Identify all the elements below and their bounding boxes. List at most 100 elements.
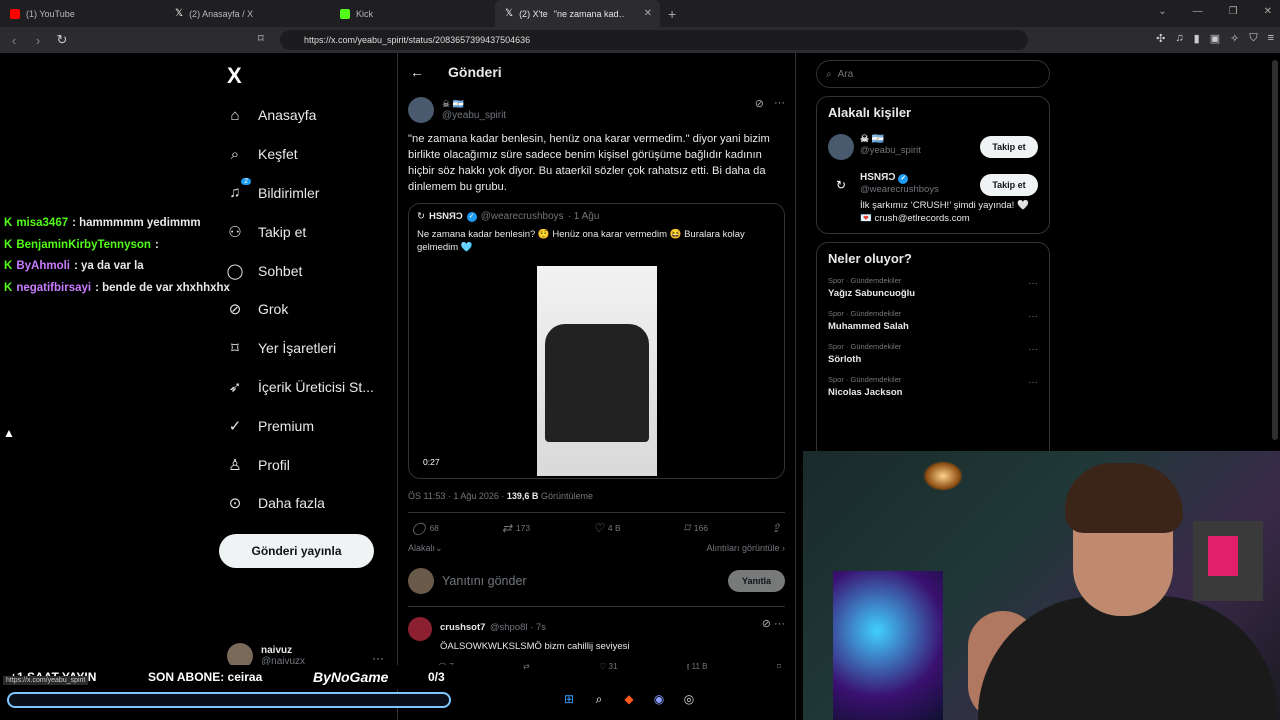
quoted-tweet[interactable]: ↻ HSNЯƆ ✓ @wearecrushboys · 1 Ağu Ne zam…	[408, 203, 785, 479]
trend-item[interactable]: Spor · Gündemdekiler Yağız Sabuncuoğlu ···	[828, 276, 1038, 299]
relevant-dropdown[interactable]: Alakalı⌄	[408, 543, 443, 554]
views-button[interactable]: ⫾ 11 B	[687, 662, 708, 672]
url-input[interactable]: https://x.com/yeabu_spirit/status/208365…	[280, 30, 1028, 50]
band-logo-icon[interactable]: ↻	[828, 172, 854, 198]
grok-icon[interactable]: ⊘	[755, 97, 764, 110]
person-row[interactable]: ☠ 🇦🇷 @yeabu_spirit Takip et	[828, 134, 1038, 160]
puzzle-icon[interactable]: ✣	[1156, 32, 1165, 45]
like-button[interactable]: ♡ 4 B	[593, 521, 621, 535]
tab-youtube[interactable]: (1) YouTube	[0, 0, 165, 27]
nav-follow[interactable]: ⚇ Takip et	[226, 212, 374, 251]
sidebar-icon[interactable]: ▮	[1194, 32, 1200, 45]
follow-button[interactable]: Takip et	[980, 174, 1038, 196]
discord-icon[interactable]: ◉	[650, 690, 668, 708]
more-options-icon[interactable]: ···	[774, 618, 785, 630]
streamer-hair	[1065, 463, 1183, 533]
reload-button[interactable]: ↻	[52, 32, 72, 48]
nav-bookmarks[interactable]: ⌑ Yer İşaretleri	[226, 329, 374, 368]
more-icon: ⊙	[228, 495, 242, 513]
display-name[interactable]: ☠ 🇦🇷	[442, 99, 506, 110]
menu-icon[interactable]: ≡	[1268, 32, 1274, 45]
repost-button[interactable]: ⇄ 173	[502, 521, 530, 535]
more-options-icon[interactable]: ···	[1028, 311, 1038, 322]
reply-input[interactable]: Yanıtını gönder	[442, 574, 527, 588]
nav-more[interactable]: ⊙ Daha fazla	[226, 484, 374, 523]
nav-grok[interactable]: ⊘ Grok	[226, 290, 374, 329]
nav-chat[interactable]: ◯ Sohbet	[226, 251, 374, 290]
trend-item[interactable]: Spor · Gündemdekiler Muhammed Salah ···	[828, 309, 1038, 332]
reply-button[interactable]: ◯ 68	[412, 521, 439, 535]
obs-icon[interactable]: ◎	[680, 690, 698, 708]
youtube-icon	[10, 8, 20, 19]
grok-icon[interactable]: ⊘	[762, 618, 771, 630]
more-options-icon[interactable]: ···	[1028, 278, 1038, 289]
nav-home[interactable]: ⌂ Anasayfa	[226, 96, 374, 135]
more-options-icon[interactable]: ···	[1028, 344, 1038, 355]
reply-tweet[interactable]: crushsot7 @shpo8l · 7s ÖALSOWKWLKSLSMÖ b…	[408, 617, 785, 652]
new-tab-button[interactable]: +	[660, 6, 684, 22]
author-handle[interactable]: @yeabu_spirit	[442, 110, 506, 121]
avatar[interactable]	[408, 97, 434, 123]
music-icon[interactable]: ♫	[1175, 32, 1183, 45]
poster	[833, 571, 943, 720]
post-button[interactable]: Gönderi yayınla	[219, 534, 374, 568]
bookmark-button[interactable]: ⌑ 166	[684, 521, 708, 535]
nav-notifications[interactable]: ♫ 2 Bildirimler	[226, 174, 374, 213]
bookmark-page-icon[interactable]: ⌑	[258, 32, 264, 45]
maximize-icon[interactable]: ❐	[1229, 6, 1238, 17]
reply-submit-button[interactable]: Yanıtla	[728, 570, 785, 592]
search-icon[interactable]: ⌕	[590, 690, 608, 708]
chevron-down-icon: ⌄	[435, 543, 443, 553]
back-arrow-icon[interactable]: ←	[410, 64, 424, 80]
follow-button[interactable]: Takip et	[980, 136, 1038, 158]
avatar[interactable]	[828, 134, 854, 160]
nav-explore[interactable]: ⌕ Keşfet	[226, 135, 374, 174]
kick-icon	[340, 8, 350, 19]
back-button[interactable]: ‹	[4, 33, 24, 48]
x-sidebar: X ⌂ Anasayfa ⌕ Keşfet ♫ 2 Bildirimler ⚇ Takip…	[212, 53, 397, 720]
quoted-video-thumbnail[interactable]	[537, 266, 657, 476]
view-quotes-link[interactable]: Alıntıları görüntüle ›	[706, 543, 785, 554]
chat-icon: ◯	[226, 262, 244, 280]
close-tab-icon[interactable]: ✕	[644, 8, 652, 19]
forward-button[interactable]: ›	[28, 33, 48, 48]
nav-premium[interactable]: ✓ Premium	[226, 406, 374, 445]
chat-message: Knegatifbirsayi: bende de var xhxhhxhx	[4, 278, 230, 300]
scrollbar[interactable]	[1272, 60, 1278, 440]
nav-profile[interactable]: ♙ Profil	[226, 445, 374, 484]
x-icon: 𝕏	[505, 8, 514, 19]
more-options-icon[interactable]: ···	[372, 651, 384, 665]
avatar[interactable]	[408, 617, 432, 641]
search-input[interactable]: ⌕ Ara	[816, 60, 1050, 88]
trend-item[interactable]: Spor · Gündemdekiler Sörloth ···	[828, 342, 1038, 365]
webcam-overlay	[803, 451, 1280, 720]
avatar	[408, 568, 434, 594]
stream-chat: Kmisa3467: hammmmm yedimmm K BenjaminKirb…	[4, 213, 230, 300]
trend-item[interactable]: Spor · Gündemdekiler Nicolas Jackson ···	[828, 375, 1038, 398]
more-options-icon[interactable]: ···	[774, 97, 785, 110]
windows-start-icon[interactable]: ⊞	[560, 690, 578, 708]
tab-kick[interactable]: Kick	[330, 0, 495, 27]
more-options-icon[interactable]: ···	[1028, 377, 1038, 388]
ai-icon[interactable]: ✧	[1230, 32, 1239, 45]
minimize-icon[interactable]: —	[1193, 6, 1203, 17]
like-button[interactable]: ♡ 31	[599, 662, 617, 672]
bookmark-button[interactable]: ⌑	[777, 662, 781, 672]
quoted-tweet-text: Ne zamana kadar benlesin? 🤨 Henüz ona ka…	[417, 229, 745, 253]
chevron-down-icon[interactable]: ⌄	[1158, 6, 1166, 17]
wallet-icon[interactable]: ▣	[1210, 32, 1220, 45]
bookmark-icon: ⌑	[683, 521, 690, 535]
person-row[interactable]: ↻ HSNЯƆ ✓ @wearecrushboys İlk şarkımız ‘CR…	[828, 172, 1038, 225]
close-window-icon[interactable]: ✕	[1264, 6, 1272, 17]
repost-button[interactable]: ⇄	[523, 662, 530, 672]
tab-x-home[interactable]: 𝕏 (2) Anasayfa / X	[165, 0, 330, 27]
shield-icon[interactable]: ⛉	[1249, 32, 1257, 45]
check-circle-icon: ✓	[228, 417, 242, 435]
share-button[interactable]: ⇪	[771, 521, 781, 535]
brave-icon[interactable]: ◆	[620, 690, 638, 708]
tab-x-post[interactable]: 𝕏 (2) X'te "ne zamana kad… ✕	[495, 0, 660, 27]
x-logo-icon[interactable]: X	[227, 63, 242, 89]
nav-creator-studio[interactable]: ➶ İçerik Üreticisi St...	[226, 368, 374, 407]
trends-card: Neler oluyor? Spor · Gündemdekiler Yağız …	[816, 242, 1050, 462]
tweet-header-icons: ⊘ ···	[755, 97, 785, 110]
